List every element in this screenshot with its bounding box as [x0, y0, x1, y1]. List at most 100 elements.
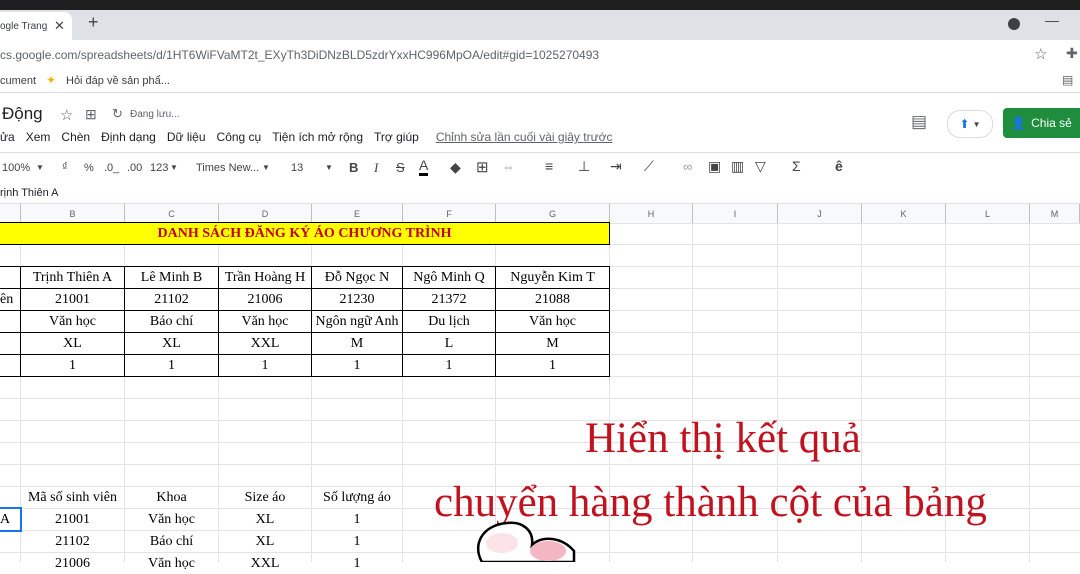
quantity-cell[interactable]: 1	[20, 354, 125, 377]
student-id-cell[interactable]: 21006	[218, 288, 312, 311]
row-label-cell[interactable]: ên	[0, 288, 21, 311]
font-chevron-icon[interactable]: ▼	[262, 163, 270, 172]
size-cell[interactable]: XXL	[218, 332, 312, 355]
name-cell[interactable]: Đỗ Ngọc N	[311, 266, 403, 289]
font-size-chevron-icon[interactable]: ▼	[325, 163, 333, 172]
result-cell[interactable]: 21001	[21, 509, 124, 530]
bookmark-item[interactable]: Hỏi đáp về sản phẩ...	[66, 75, 170, 87]
result-cell[interactable]: 21006	[21, 553, 124, 574]
text-rotate-icon[interactable]: ⟋	[644, 158, 654, 175]
formula-content[interactable]: rịnh Thiên A	[0, 187, 59, 199]
italic-button[interactable]: I	[374, 160, 378, 176]
zoom-select[interactable]: 100%	[2, 162, 30, 174]
menu-view[interactable]: Xem	[26, 130, 51, 144]
present-button[interactable]: ⬆ ▼	[947, 110, 993, 138]
currency-button[interactable]: ₫	[62, 161, 68, 173]
result-cell[interactable]: Văn học	[125, 509, 218, 530]
name-cell[interactable]: Trần Hoàng H	[218, 266, 312, 289]
tab-close-icon[interactable]: ✕	[54, 18, 65, 34]
student-id-cell[interactable]: 21088	[495, 288, 610, 311]
star-icon[interactable]: ☆	[60, 106, 73, 124]
faculty-cell[interactable]: Văn học	[495, 310, 610, 333]
insert-link-icon[interactable]: ∞	[683, 159, 692, 174]
minimize-icon[interactable]: —	[1045, 12, 1059, 28]
bookmark-star-icon[interactable]: ☆	[1034, 45, 1047, 63]
row-label-cell[interactable]	[0, 310, 21, 333]
student-id-cell[interactable]: 21001	[20, 288, 125, 311]
bold-button[interactable]: B	[349, 160, 358, 175]
fill-color-icon[interactable]: ◆	[450, 159, 461, 176]
font-size-select[interactable]: 13	[291, 162, 303, 174]
name-cell[interactable]: Nguyễn Kim T	[495, 266, 610, 289]
column-header[interactable]: L	[946, 204, 1030, 223]
result-cell[interactable]: 1	[312, 509, 402, 530]
url-text[interactable]: cs.google.com/spreadsheets/d/1HT6WiFVaMT…	[0, 48, 599, 62]
column-header[interactable]: J	[778, 204, 862, 223]
result-header-cell[interactable]: Size áo	[219, 487, 311, 508]
address-bar[interactable]: cs.google.com/spreadsheets/d/1HT6WiFVaMT…	[0, 40, 1080, 70]
result-cell[interactable]: XL	[219, 509, 311, 530]
size-cell[interactable]: L	[402, 332, 496, 355]
student-id-cell[interactable]: 21230	[311, 288, 403, 311]
row-label-cell[interactable]	[0, 332, 21, 355]
quantity-cell[interactable]: 1	[124, 354, 219, 377]
text-color-button[interactable]: A	[419, 158, 429, 176]
text-wrap-icon[interactable]: ⇥	[610, 158, 622, 175]
quantity-cell[interactable]: 1	[495, 354, 610, 377]
insert-comment-icon[interactable]: ▣	[708, 158, 721, 175]
column-header[interactable]: B	[21, 204, 125, 223]
result-cell[interactable]: 1	[312, 531, 402, 552]
result-cell[interactable]: Báo chí	[125, 531, 218, 552]
name-cell[interactable]: Ngô Minh Q	[402, 266, 496, 289]
menu-help[interactable]: Trợ giúp	[374, 130, 419, 144]
formula-bar[interactable]: rịnh Thiên A	[0, 185, 1080, 204]
input-tools-icon[interactable]: ê	[835, 158, 843, 174]
result-cell[interactable]: Văn học	[125, 553, 218, 574]
faculty-cell[interactable]: Ngôn ngữ Anh	[311, 310, 403, 333]
sheet-title-cell[interactable]: DANH SÁCH ĐĂNG KÝ ÁO CHƯƠNG TRÌNH	[0, 222, 610, 245]
move-folder-icon[interactable]: ⊞	[85, 106, 97, 123]
increase-decimal-button[interactable]: .00	[127, 162, 142, 174]
size-cell[interactable]: M	[495, 332, 610, 355]
borders-icon[interactable]: ⊞	[476, 158, 489, 176]
align-horizontal-icon[interactable]: ≡	[545, 158, 553, 174]
row-label-cell[interactable]	[0, 266, 21, 289]
faculty-cell[interactable]: Báo chí	[124, 310, 219, 333]
faculty-cell[interactable]: Du lịch	[402, 310, 496, 333]
filter-icon[interactable]: ▽	[755, 158, 766, 175]
document-title[interactable]: Động	[2, 104, 43, 124]
column-header[interactable]: D	[219, 204, 312, 223]
size-cell[interactable]: M	[311, 332, 403, 355]
size-cell[interactable]: XL	[20, 332, 125, 355]
result-header-cell[interactable]: Mã số sinh viên	[21, 487, 124, 508]
menu-data[interactable]: Dữ liệu	[167, 130, 206, 144]
column-header[interactable]: I	[693, 204, 778, 223]
column-header[interactable]	[0, 204, 21, 223]
strikethrough-button[interactable]: S	[396, 160, 405, 175]
insert-chart-icon[interactable]: ▥	[731, 158, 744, 175]
menu-format[interactable]: Định dạng	[101, 130, 156, 144]
profile-icon[interactable]	[1008, 18, 1020, 30]
more-formats-button[interactable]: 123	[150, 162, 168, 174]
column-header[interactable]: E	[312, 204, 403, 223]
row-label-cell[interactable]	[0, 354, 21, 377]
student-id-cell[interactable]: 21102	[124, 288, 219, 311]
functions-icon[interactable]: Σ	[792, 158, 801, 174]
align-vertical-icon[interactable]: ⊥	[578, 158, 590, 175]
reading-list-icon[interactable]: ▤	[1062, 73, 1073, 87]
menu-insert[interactable]: Chèn	[61, 130, 90, 144]
selected-cell[interactable]: A	[0, 507, 22, 532]
column-header[interactable]: K	[862, 204, 946, 223]
faculty-cell[interactable]: Văn học	[218, 310, 312, 333]
quantity-cell[interactable]: 1	[402, 354, 496, 377]
extensions-icon[interactable]: ✚	[1066, 45, 1078, 62]
column-header[interactable]: C	[125, 204, 219, 223]
column-header[interactable]: G	[496, 204, 610, 223]
bookmark-item[interactable]: cument	[0, 75, 36, 87]
merge-cells-icon[interactable]: ⇔	[502, 159, 515, 174]
result-header-cell[interactable]: Số lượng áo	[312, 487, 402, 508]
last-edit-link[interactable]: Chỉnh sửa lần cuối vài giây trước	[436, 130, 613, 144]
menu-edit[interactable]: ửa	[0, 130, 15, 144]
size-cell[interactable]: XL	[124, 332, 219, 355]
name-cell[interactable]: Trịnh Thiên A	[20, 266, 125, 289]
